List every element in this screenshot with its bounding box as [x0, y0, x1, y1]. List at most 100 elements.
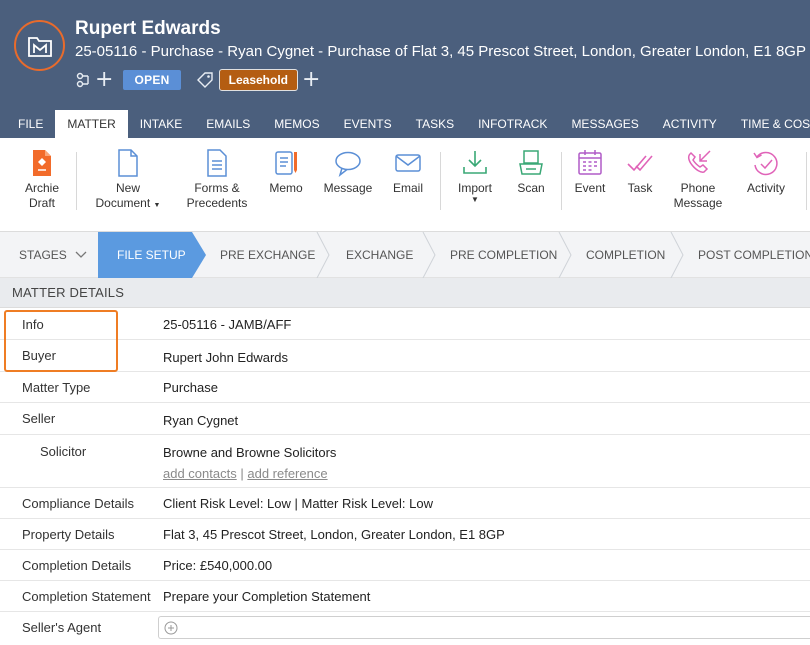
ribbon-divider	[561, 152, 562, 210]
stage-file-setup[interactable]: FILE SETUP	[98, 232, 192, 278]
detail-value: Rupert John Edwards	[163, 350, 289, 365]
detail-label: Completion Statement	[22, 589, 151, 604]
add-circle-icon[interactable]	[164, 621, 178, 635]
stage-label: PRE COMPLETION	[450, 248, 558, 262]
stage-post-completion[interactable]: POST COMPLETION	[684, 232, 810, 278]
ribbon-toolbar: Archie Draft New Document ▼ Forms & Prec…	[0, 138, 810, 232]
tab-memos[interactable]: MEMOS	[262, 110, 331, 138]
stage-exchange[interactable]: EXCHANGE	[330, 232, 425, 278]
tab-file[interactable]: FILE	[0, 110, 55, 138]
import-caret: ▼	[471, 195, 479, 204]
stage-completion[interactable]: COMPLETION	[572, 232, 672, 278]
forms-label-2: Precedents	[186, 196, 248, 210]
stages-dropdown[interactable]: STAGES	[0, 232, 98, 278]
message-label: Message	[323, 181, 373, 195]
detail-label: Matter Type	[22, 380, 91, 395]
stage-pre-completion[interactable]: PRE COMPLETION	[436, 232, 560, 278]
ribbon-divider	[440, 152, 441, 210]
phone-message-button[interactable]: Phone Message	[672, 148, 724, 211]
forms-precedents-button[interactable]: Forms & Precedents	[184, 148, 250, 211]
import-icon	[463, 151, 487, 174]
task-button[interactable]: Task	[624, 148, 656, 196]
detail-value: Flat 3, 45 Prescot Street, London, Great…	[163, 527, 505, 542]
import-label: Import	[457, 181, 492, 195]
archie-label-2: Draft	[28, 196, 55, 210]
detail-row-buyer[interactable]: Buyer Rupert John Edwards	[0, 340, 810, 372]
main-tabs: FILE MATTER INTAKE EMAILS MEMOS EVENTS T…	[0, 110, 810, 138]
stage-label: FILE SETUP	[117, 248, 186, 262]
memo-label: Memo	[269, 181, 303, 195]
event-label: Event	[574, 181, 606, 195]
tab-matter[interactable]: MATTER	[55, 110, 128, 138]
new-document-icon	[118, 149, 138, 177]
detail-label: Completion Details	[22, 558, 132, 573]
message-button[interactable]: Message	[322, 148, 374, 196]
status-badge[interactable]: OPEN	[123, 70, 181, 90]
stage-label: EXCHANGE	[346, 248, 414, 262]
add-tag-button[interactable]: +	[302, 69, 320, 91]
tab-tasks[interactable]: TASKS	[404, 110, 466, 138]
tab-intake[interactable]: INTAKE	[128, 110, 194, 138]
detail-row-completion-details[interactable]: Completion Details Price: £540,000.00	[0, 550, 810, 581]
memo-button[interactable]: Memo	[266, 148, 306, 196]
email-label: Email	[392, 181, 423, 195]
ribbon-divider	[76, 152, 77, 210]
matter-details-heading: MATTER DETAILS	[0, 278, 810, 308]
detail-row-completion-statement[interactable]: Completion Statement Prepare your Comple…	[0, 581, 810, 612]
add-related-button[interactable]: +	[95, 69, 113, 91]
stage-chevron	[316, 232, 330, 278]
tab-emails[interactable]: EMAILS	[194, 110, 262, 138]
detail-value: Purchase	[163, 380, 218, 395]
detail-label: Solicitor	[40, 444, 87, 459]
detail-value: Client Risk Level: Low | Matter Risk Lev…	[163, 496, 433, 511]
task-label: Task	[627, 181, 653, 195]
archie-draft-button[interactable]: Archie Draft	[22, 148, 62, 211]
stage-pre-exchange[interactable]: PRE EXCHANGE	[206, 232, 320, 278]
activity-label: Activity	[746, 181, 785, 195]
link-separator: |	[240, 466, 244, 481]
add-contacts-link[interactable]: add contacts	[163, 466, 237, 481]
detail-row-info[interactable]: Info 25-05116 - JAMB/AFF	[0, 308, 810, 340]
scan-button[interactable]: Scan	[514, 148, 548, 196]
matter-tag-bar: + OPEN Leasehold +	[75, 69, 330, 91]
activity-button[interactable]: Activity	[742, 148, 790, 196]
add-reference-link[interactable]: add reference	[247, 466, 327, 481]
stage-chevron	[670, 232, 684, 278]
related-matters-icon[interactable]	[75, 70, 95, 90]
new-document-button[interactable]: New Document ▼	[94, 148, 162, 213]
new-document-label-text: Document	[95, 196, 151, 210]
matter-description: 25-05116 - Purchase - Ryan Cygnet - Purc…	[75, 43, 806, 60]
detail-row-property[interactable]: Property Details Flat 3, 45 Prescot Stre…	[0, 519, 810, 550]
detail-value: Browne and Browne Solicitors	[163, 445, 337, 460]
import-button[interactable]: Import ▼	[454, 148, 496, 204]
tab-activity[interactable]: ACTIVITY	[651, 110, 729, 138]
tab-events[interactable]: EVENTS	[332, 110, 404, 138]
detail-row-matter-type[interactable]: Matter Type Purchase	[0, 372, 810, 403]
task-check-icon	[627, 155, 653, 172]
phone-label-1: Phone	[680, 181, 716, 195]
stage-chevron-active	[192, 232, 206, 278]
stages-bar: STAGES FILE SETUP PRE EXCHANGE EXCHANGE …	[0, 232, 810, 278]
phone-message-icon	[687, 150, 711, 173]
leasehold-tag[interactable]: Leasehold	[218, 69, 299, 91]
email-icon	[395, 154, 421, 172]
sellers-agent-add-field[interactable]	[158, 616, 810, 639]
stages-label: STAGES	[19, 248, 67, 262]
new-document-caret: ▼	[153, 202, 161, 209]
tab-time-cost[interactable]: TIME & COST R	[729, 110, 810, 138]
stage-chevron	[558, 232, 572, 278]
client-name: Rupert Edwards	[75, 18, 221, 39]
archie-draft-icon	[33, 150, 51, 176]
detail-label: Seller	[22, 411, 56, 426]
detail-value: Ryan Cygnet	[163, 413, 239, 428]
tab-infotrack[interactable]: INFOTRACK	[466, 110, 559, 138]
stage-chevron	[422, 232, 436, 278]
detail-row-seller[interactable]: Seller Ryan Cygnet	[0, 403, 810, 435]
matter-folder-icon	[27, 36, 52, 57]
activity-icon	[753, 151, 778, 176]
email-button[interactable]: Email	[390, 148, 426, 196]
tab-messages[interactable]: MESSAGES	[559, 110, 650, 138]
detail-row-compliance[interactable]: Compliance Details Client Risk Level: Lo…	[0, 488, 810, 519]
detail-row-solicitor[interactable]: Solicitor Browne and Browne Solicitors a…	[0, 435, 810, 488]
event-button[interactable]: Event	[572, 148, 608, 196]
